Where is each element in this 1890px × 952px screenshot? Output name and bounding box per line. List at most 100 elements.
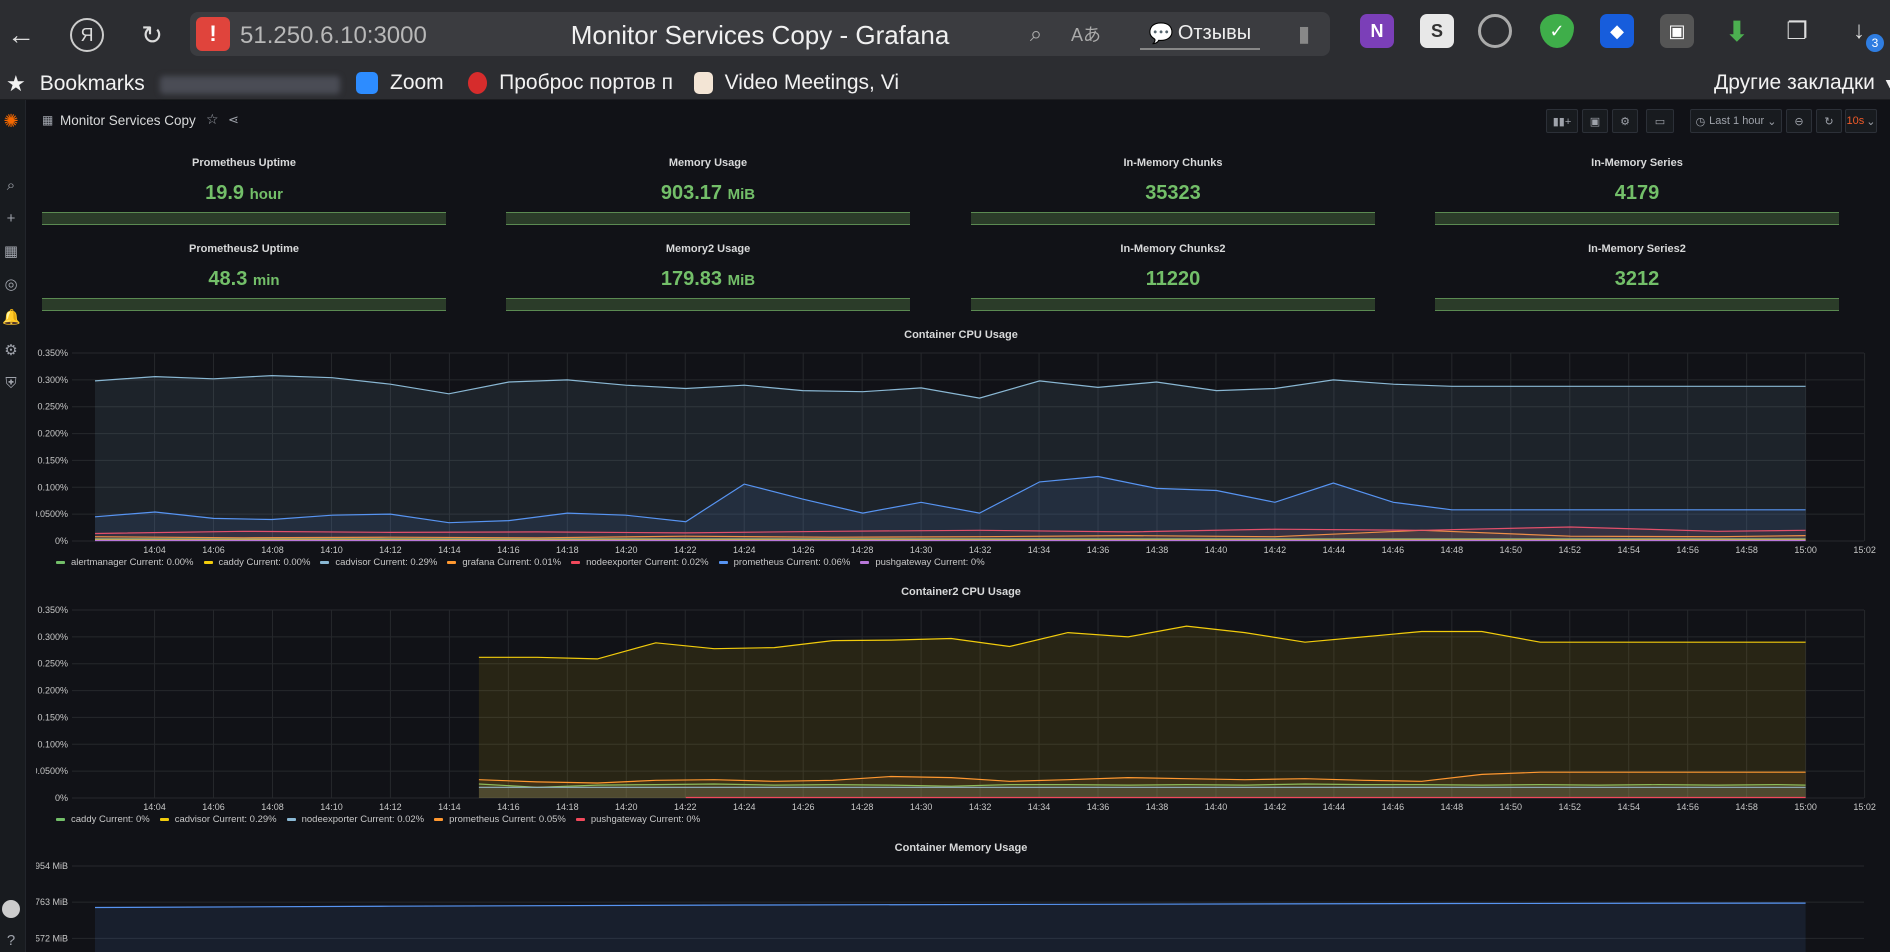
tv-mode-icon[interactable]: ▭ [1646,109,1674,133]
x-tick-label: 14:16 [497,802,520,812]
legend-item-caddy[interactable]: caddy Current: 0% [56,814,150,825]
stat-unit: min [252,272,280,289]
translate-icon[interactable]: Aあ [1070,18,1102,50]
legend-item-grafana[interactable]: grafana Current: 0.01% [447,557,561,568]
circle-extension-icon[interactable] [1478,14,1512,48]
grafana-logo-icon[interactable]: ✺ [2,112,20,130]
zoom-out-icon[interactable]: ⌕ [1020,18,1052,50]
legend-item-pushgateway[interactable]: pushgateway Current: 0% [575,814,700,825]
stat-title: In-Memory Series [1591,157,1683,169]
blurred-bookmark[interactable] [160,76,340,94]
stat-sparkline-bar [506,298,910,311]
legend-item-alertmanager[interactable]: alertmanager Current: 0.00% [56,557,194,568]
zoom-out-icon[interactable]: ⊖ [1786,109,1812,133]
x-tick-label: 14:24 [733,802,756,812]
chevron-down-icon: ⌄ [1767,115,1777,128]
screenshot-extension-icon[interactable]: ▣ [1660,14,1694,48]
help-icon[interactable]: ? [2,932,20,950]
stat-panel-prometheus2-uptime[interactable]: Prometheus2 Uptime 48.3 min [42,243,446,327]
dashboard-header: ▦ Monitor Services Copy ☆ ⋖ ▮▮+ ▣ ⚙ ▭ ◷ L… [26,100,1890,140]
graph-panel-container-cpu[interactable]: Container CPU Usage 0% 0.0500% 0.100% 0.150… [36,329,1886,572]
x-tick-label: 14:58 [1735,545,1758,555]
bookmark-item-video-meetings[interactable]: Video Meetings, Vi [694,71,899,95]
gear-icon[interactable]: ⚙ [2,342,20,360]
apps-grid-icon[interactable]: ▦ [42,113,53,127]
bookmark-icon[interactable]: ▮ [1290,20,1318,48]
stat-panel-in-memory-series2[interactable]: In-Memory Series2 3212 [1435,243,1839,327]
clipboard-icon[interactable]: ❐ [1780,14,1814,48]
reviews-button[interactable]: 💬 Отзывы [1140,18,1260,50]
add-panel-icon[interactable]: ▮▮+ [1546,109,1578,133]
chevron-down-icon: ▼ [1882,75,1890,91]
bookmark-item-zoom[interactable]: Zoom [356,71,444,95]
stat-panel-in-memory-chunks[interactable]: In-Memory Chunks 35323 [971,157,1375,241]
shield-check-icon[interactable]: ✓ [1540,14,1574,48]
legend-item-prometheus[interactable]: prometheus Current: 0.06% [718,557,850,568]
save-icon[interactable]: ▣ [1582,109,1608,133]
plus-icon[interactable]: + [2,210,20,228]
other-bookmarks-folder[interactable]: Другие закладки ▼ [1714,71,1890,95]
stat-unit: MiB [727,272,756,289]
shield-icon[interactable]: ⛨ [2,375,20,393]
refresh-icon[interactable]: ↻ [1816,109,1842,133]
s-extension-icon[interactable]: S [1420,14,1454,48]
downloads-badge: 3 [1866,34,1884,52]
legend-item-caddy[interactable]: caddy Current: 0.00% [203,557,310,568]
legend-swatch [447,561,457,564]
x-tick-label: 14:20 [615,802,638,812]
clock-icon: ◷ [1695,115,1706,128]
legend-item-nodeexporter[interactable]: nodeexporter Current: 0.02% [571,557,709,568]
bitwarden-icon[interactable]: ◆ [1600,14,1634,48]
legend-item-pushgateway[interactable]: pushgateway Current: 0% [860,557,985,568]
time-picker[interactable]: ◷ Last 1 hour ⌄ [1690,109,1782,133]
x-tick-label: 14:56 [1676,802,1699,812]
y-tick-label: 0.300% [37,632,68,642]
search-icon[interactable]: ⌕ [2,177,20,195]
reload-icon[interactable]: ↻ [135,18,169,52]
stat-sparkline-bar [1435,212,1839,225]
legend-item-nodeexporter[interactable]: nodeexporter Current: 0.02% [286,814,425,825]
graph-panel-container2-cpu[interactable]: Container2 CPU Usage 0% 0.0500% 0.100% 0.15… [36,586,1886,829]
alerting-bell-icon[interactable]: 🔔 [2,309,21,327]
legend-label: caddy Current: 0% [71,814,150,825]
back-arrow-icon[interactable]: ← [4,18,38,52]
stat-number: 4179 [1614,182,1660,204]
x-tick-label: 14:52 [1558,545,1581,555]
refresh-interval-picker[interactable]: 10s ⌄ [1845,109,1877,133]
stat-panel-memory-usage[interactable]: Memory Usage 903.17 MiB [506,157,910,241]
graph-panel-container-memory[interactable]: Container Memory Usage 572 MiB 763 MiB 954… [36,842,1886,952]
address-bar[interactable]: ! 51.250.6.10:3000 Monitor Services Copy… [190,12,1330,56]
onenote-icon[interactable]: N [1360,14,1394,48]
explore-compass-icon[interactable]: ◎ [2,276,20,294]
bookmark-item-bookmarks[interactable]: ★ Bookmarks [6,71,145,97]
stat-title: In-Memory Series2 [1588,243,1686,255]
panel-title: Container2 CPU Usage [901,586,1021,598]
dashboards-icon[interactable]: ▦ [2,243,20,261]
legend-label: nodeexporter Current: 0.02% [301,814,425,825]
yandex-logo-icon[interactable]: Я [70,18,104,52]
bookmark-item-port-forward[interactable]: Проброс портов п [468,71,673,95]
x-tick-label: 14:50 [1500,802,1523,812]
stat-value: 48.3 min [42,268,446,291]
settings-gear-icon[interactable]: ⚙ [1612,109,1638,133]
legend-label: prometheus Current: 0.05% [449,814,566,825]
x-tick-label: 14:34 [1028,802,1051,812]
legend-swatch [203,561,213,564]
legend-item-cadvisor[interactable]: cadvisor Current: 0.29% [159,814,277,825]
stat-value: 11220 [971,268,1375,291]
stat-panel-prometheus-uptime[interactable]: Prometheus Uptime 19.9 hour [42,157,446,241]
avatar[interactable] [2,900,20,918]
panel-title: Container CPU Usage [904,329,1018,341]
share-icon[interactable]: ⋖ [228,112,239,128]
star-icon[interactable]: ☆ [206,111,219,128]
dashboard-title[interactable]: Monitor Services Copy [60,113,196,128]
legend-item-prometheus[interactable]: prometheus Current: 0.05% [434,814,566,825]
download-manager-icon[interactable]: ⬇ [1720,14,1754,48]
stat-panel-memory2-usage[interactable]: Memory2 Usage 179.83 MiB [506,243,910,327]
stat-panel-in-memory-series[interactable]: In-Memory Series 4179 [1435,157,1839,241]
legend-item-cadvisor[interactable]: cadvisor Current: 0.29% [320,557,437,568]
x-tick-label: 14:54 [1617,802,1640,812]
stat-number: 903.17 [660,182,723,204]
stat-panel-in-memory-chunks2[interactable]: In-Memory Chunks2 11220 [971,243,1375,327]
x-tick-label: 14:20 [615,545,638,555]
